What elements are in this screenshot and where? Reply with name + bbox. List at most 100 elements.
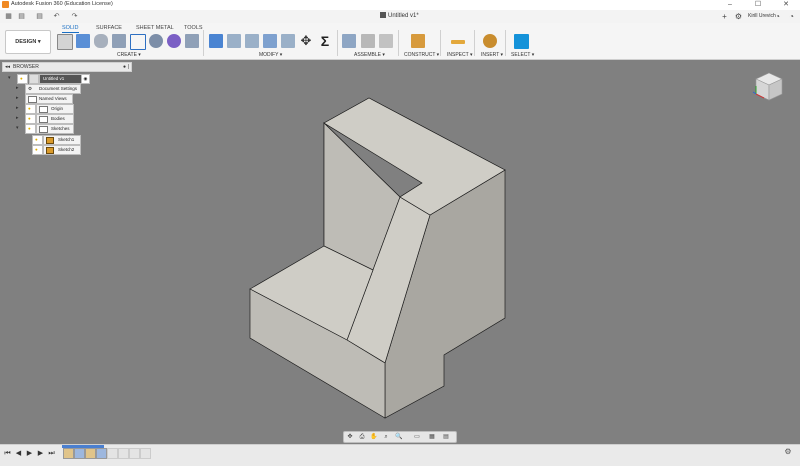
- activate-component-icon[interactable]: ◉: [81, 74, 90, 84]
- expand-arrow-icon[interactable]: ▸: [16, 85, 21, 91]
- combine-icon[interactable]: [281, 34, 295, 48]
- visibility-bulb-icon[interactable]: ●: [25, 124, 36, 134]
- insert-icon[interactable]: [483, 34, 497, 48]
- file-menu-icon[interactable]: ▤: [17, 12, 26, 21]
- tree-item-sketch1[interactable]: ● Sketch1: [32, 135, 81, 145]
- visibility-bulb-icon[interactable]: ●: [32, 135, 43, 145]
- measure-icon[interactable]: [451, 40, 465, 44]
- browser-root-row[interactable]: ▾ ● Untitled v1 ◉: [8, 74, 90, 84]
- timeline-settings-icon[interactable]: ⚙: [783, 447, 793, 457]
- extensions-icon[interactable]: ⚙: [733, 11, 744, 22]
- timeline-next-icon[interactable]: ▶: [36, 449, 45, 458]
- tree-item-bodies[interactable]: ▸ ● Bodies: [16, 114, 80, 124]
- tree-item-box[interactable]: Sketch1: [43, 135, 81, 145]
- redo-icon[interactable]: ↷: [70, 12, 79, 21]
- loft-icon[interactable]: [130, 34, 146, 50]
- sweep-icon[interactable]: [112, 34, 126, 48]
- visibility-bulb-icon[interactable]: ●: [25, 114, 36, 124]
- new-tab-icon[interactable]: +: [719, 11, 730, 22]
- inspect-menu[interactable]: INSPECT ▾: [447, 52, 472, 58]
- timeline-prev-icon[interactable]: ◀: [14, 449, 23, 458]
- zoom-icon[interactable]: ⌕: [382, 433, 390, 441]
- expand-arrow-icon[interactable]: ▸: [16, 105, 21, 111]
- tab-sheet-metal[interactable]: SHEET METAL: [136, 25, 174, 31]
- visibility-bulb-icon[interactable]: ●: [25, 104, 36, 114]
- tree-item-box[interactable]: Sketches: [36, 124, 74, 134]
- create-sketch-icon[interactable]: [57, 34, 73, 50]
- form-icon[interactable]: [167, 34, 181, 48]
- expand-arrow-icon[interactable]: ▾: [8, 75, 13, 81]
- expand-arrow-icon[interactable]: ▸: [16, 115, 21, 121]
- timeline-last-icon[interactable]: ⏭: [47, 449, 56, 458]
- chamfer-icon[interactable]: [245, 34, 259, 48]
- rib-icon[interactable]: [149, 34, 163, 48]
- revolve-icon[interactable]: [94, 34, 108, 48]
- tree-item-sketch2[interactable]: ● Sketch2: [32, 145, 81, 155]
- timeline-play-icon[interactable]: ▶: [25, 449, 34, 458]
- move-copy-icon[interactable]: ✥: [299, 34, 313, 48]
- tree-item-box[interactable]: Named Views: [25, 94, 73, 104]
- minimize-button[interactable]: –: [716, 0, 744, 10]
- collapse-browser-icon[interactable]: ◂◂: [5, 63, 10, 71]
- bulb-icon[interactable]: ●: [17, 74, 28, 84]
- parameters-icon[interactable]: Σ: [318, 34, 332, 48]
- create-menu[interactable]: CREATE ▾: [117, 52, 141, 58]
- tree-item-sketches[interactable]: ▾ ● Sketches: [16, 124, 80, 134]
- new-component-icon[interactable]: [342, 34, 356, 48]
- visibility-bulb-icon[interactable]: ●: [32, 145, 43, 155]
- insert-menu[interactable]: INSERT ▾: [481, 52, 503, 58]
- timeline-feature-icon[interactable]: [129, 448, 140, 459]
- timeline-sketch-icon[interactable]: [85, 448, 96, 459]
- construct-menu[interactable]: CONSTRUCT ▾: [404, 52, 439, 58]
- tab-tools[interactable]: TOOLS: [184, 25, 203, 31]
- assemble-menu[interactable]: ASSEMBLE ▾: [354, 52, 385, 58]
- timeline-feature-icon[interactable]: [118, 448, 129, 459]
- tree-item-box[interactable]: ⚙ Document Settings: [25, 84, 81, 94]
- browser-root-label[interactable]: Untitled v1: [39, 74, 82, 84]
- pan-icon[interactable]: ✋: [370, 433, 378, 441]
- document-tab[interactable]: Untitled v1*: [380, 12, 419, 19]
- tab-solid[interactable]: SOLID: [62, 25, 79, 33]
- display-settings-icon[interactable]: ▭: [413, 433, 421, 441]
- tree-item-origin[interactable]: ▸ ● Origin: [16, 104, 80, 114]
- collapse-arrow-icon[interactable]: ▾: [16, 125, 21, 131]
- timeline-sketch-icon[interactable]: [63, 448, 74, 459]
- viewcube[interactable]: [752, 70, 786, 104]
- grid-settings-icon[interactable]: ▦: [428, 433, 436, 441]
- data-panel-icon[interactable]: ▦: [4, 12, 13, 21]
- offset-plane-icon[interactable]: [411, 34, 425, 48]
- modify-menu[interactable]: MODIFY ▾: [259, 52, 282, 58]
- select-icon[interactable]: [514, 34, 529, 49]
- look-at-icon[interactable]: ⎙: [358, 433, 366, 441]
- pin-icon[interactable]: |: [128, 63, 129, 71]
- tree-item-box[interactable]: Sketch2: [43, 145, 81, 155]
- close-button[interactable]: ✕: [772, 0, 800, 10]
- tree-item-named-views[interactable]: ▸ Named Views: [16, 94, 80, 104]
- timeline-extrude-icon[interactable]: [96, 448, 107, 459]
- workspace-switcher[interactable]: DESIGN ▾: [5, 30, 51, 54]
- press-pull-icon[interactable]: [209, 34, 223, 48]
- help-icon[interactable]: ◔: [786, 11, 797, 22]
- as-built-joint-icon[interactable]: [379, 34, 393, 48]
- extrude-icon[interactable]: [76, 34, 90, 48]
- maximize-button[interactable]: ☐: [744, 0, 772, 10]
- job-status-icon[interactable]: ◔: [772, 11, 783, 22]
- timeline-first-icon[interactable]: ⏮: [3, 449, 12, 458]
- joint-icon[interactable]: [361, 34, 375, 48]
- save-icon[interactable]: ▤: [35, 12, 44, 21]
- timeline-extrude-icon[interactable]: [74, 448, 85, 459]
- select-menu[interactable]: SELECT ▾: [511, 52, 534, 58]
- timeline-feature-icon[interactable]: [140, 448, 151, 459]
- shell-icon[interactable]: [263, 34, 277, 48]
- tree-item-box[interactable]: Origin: [36, 104, 74, 114]
- tree-item-box[interactable]: Bodies: [36, 114, 74, 124]
- undo-icon[interactable]: ↶: [52, 12, 61, 21]
- tab-surface[interactable]: SURFACE: [96, 25, 122, 31]
- fillet-icon[interactable]: [227, 34, 241, 48]
- mirror-icon[interactable]: [185, 34, 199, 48]
- orbit-icon[interactable]: ✥: [346, 433, 354, 441]
- tree-item-document-settings[interactable]: ▸ ⚙ Document Settings: [16, 84, 81, 94]
- browser-options-icon[interactable]: ●: [123, 63, 126, 71]
- timeline-feature-icon[interactable]: [107, 448, 118, 459]
- fit-icon[interactable]: 🔍: [395, 433, 403, 441]
